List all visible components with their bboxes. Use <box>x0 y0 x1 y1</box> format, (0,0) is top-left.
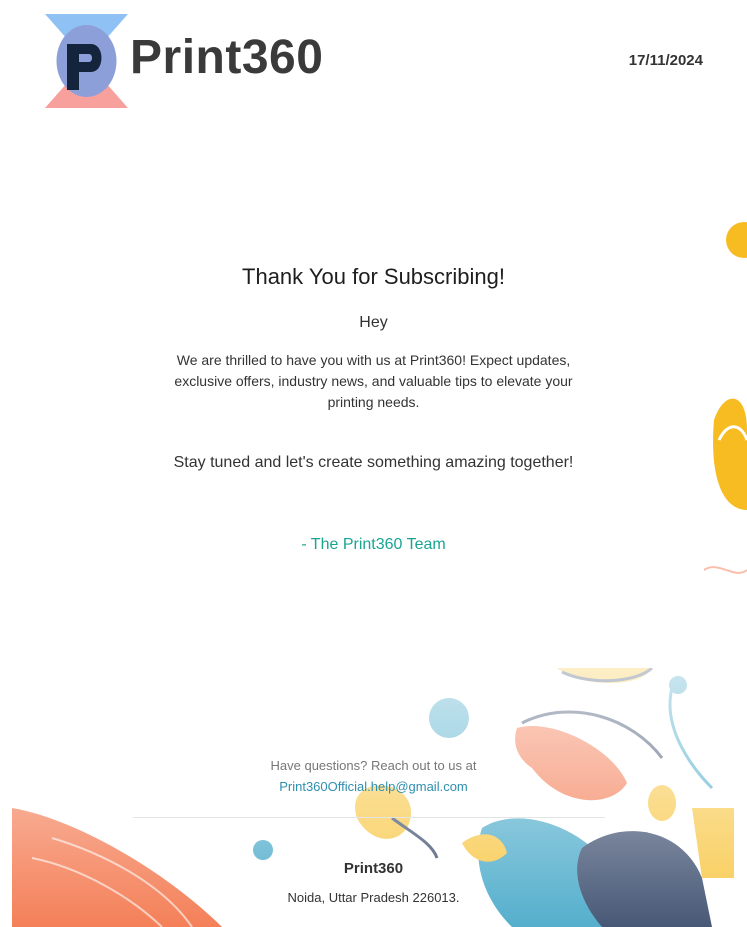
date-stamp: 17/11/2024 <box>628 52 703 69</box>
stay-tuned-text: Stay tuned and let's create something am… <box>173 454 574 471</box>
footer-address: Noida, Uttar Pradesh 226013. <box>287 890 460 905</box>
greeting-text: Hey <box>359 314 388 331</box>
print360-logo-icon <box>45 14 128 108</box>
message-body: We are thrilled to have you with us at P… <box>174 352 573 410</box>
page-title: Thank You for Subscribing! <box>242 264 505 289</box>
signoff-text: - The Print360 Team <box>301 536 446 553</box>
bottom-fade-overlay <box>12 668 734 927</box>
contact-prompt: Have questions? Reach out to us at <box>270 758 477 773</box>
support-email-link[interactable]: Print360Official.help@gmail.com <box>0 779 747 794</box>
footer-brand-name: Print360 <box>343 860 404 877</box>
footer-divider <box>133 817 605 818</box>
brand-name: Print360 <box>130 31 324 84</box>
